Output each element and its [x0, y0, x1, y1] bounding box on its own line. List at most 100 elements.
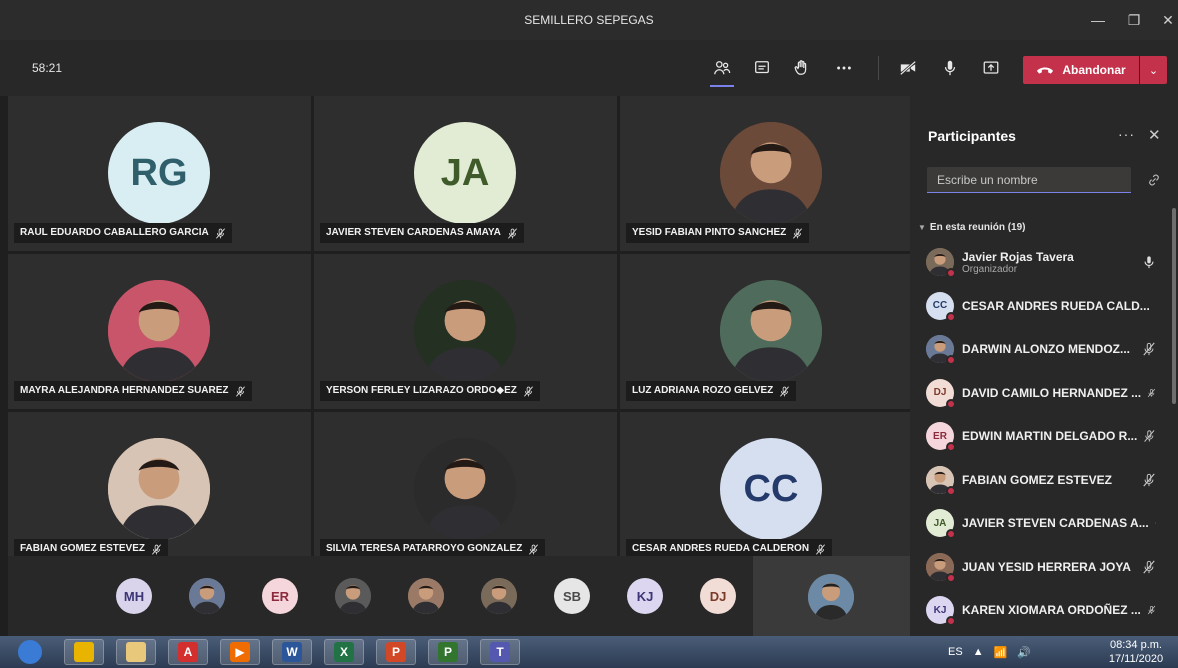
chat-button[interactable] [746, 52, 778, 84]
mic-muted-icon [152, 543, 161, 555]
participant-row[interactable]: CC CESAR ANDRES RUEDA CALD... [926, 288, 1156, 324]
raise-hand-button[interactable] [786, 52, 818, 84]
participant-row[interactable]: FABIAN GOMEZ ESTEVEZ [926, 462, 1156, 498]
participant-avatar: KJ [926, 596, 956, 626]
system-clock[interactable]: 08:34 p.m. 17/11/2020 [1100, 638, 1172, 666]
language-indicator[interactable]: ES [948, 646, 963, 658]
share-invite-icon[interactable] [1146, 172, 1162, 188]
avatar-initials: JA [933, 517, 947, 529]
participant-avatar: ER [926, 422, 956, 452]
in-meeting-section-header[interactable]: ▼ En esta reunión (19) [918, 222, 1026, 233]
participant-name-text: Javier Rojas Tavera [962, 249, 1074, 264]
taskbar-app-button[interactable]: A [168, 639, 208, 665]
participant-name-label: MAYRA ALEJANDRA HERNANDEZ SUAREZ [14, 381, 252, 401]
overflow-participant-avatar[interactable] [408, 578, 444, 614]
participant-name: YESID FABIAN PINTO SANCHEZ [632, 227, 787, 238]
network-icon[interactable]: 📶 [994, 646, 1008, 659]
video-tile[interactable]: LUZ ADRIANA ROZO GELVEZ [620, 254, 923, 409]
start-button[interactable] [10, 639, 50, 665]
overflow-participant-avatar[interactable] [481, 578, 517, 614]
avatar-initials: MH [123, 588, 145, 604]
taskbar-app-button[interactable]: P [428, 639, 468, 665]
participant-row[interactable]: DJ DAVID CAMILO HERNANDEZ ... [926, 375, 1156, 411]
participant-row[interactable]: KJ KAREN XIOMARA ORDOÑEZ ... [926, 592, 1156, 628]
leave-options-dropdown[interactable]: ⌄ [1140, 56, 1167, 84]
panel-title: Participantes [928, 128, 1016, 144]
app-icon: X [334, 642, 354, 662]
participant-row[interactable]: Javier Rojas Tavera Organizador [926, 244, 1156, 280]
video-tile[interactable]: RG RAUL EDUARDO CABALLERO GARCIA [8, 96, 311, 251]
taskbar-app-button[interactable]: W [272, 639, 312, 665]
video-tile[interactable]: YESID FABIAN PINTO SANCHEZ [620, 96, 923, 251]
participant-avatar [926, 552, 956, 583]
participant-name: LUZ ADRIANA ROZO GELVEZ [632, 385, 774, 396]
mic-muted-icon [215, 227, 225, 239]
self-preview[interactable] [753, 556, 910, 636]
overflow-participant-strip: MH ER SB KJ DJ [8, 556, 753, 636]
windows-logo-icon [18, 640, 42, 664]
app-icon: W [282, 642, 302, 662]
participant-avatar: RG [108, 122, 210, 224]
participant-avatar: DJ [926, 378, 956, 409]
participant-row[interactable]: JA JAVIER STEVEN CARDENAS A... [926, 505, 1156, 541]
participant-name-label: RAUL EDUARDO CABALLERO GARCIA [14, 223, 232, 243]
share-screen-button[interactable] [975, 52, 1007, 84]
panel-scrollbar[interactable] [1172, 208, 1176, 404]
participant-row[interactable]: JUAN YESID HERRERA JOYA [926, 549, 1156, 585]
minimize-button[interactable]: — [1078, 0, 1118, 40]
microphone-toggle-button[interactable] [934, 52, 966, 84]
taskbar-app-button[interactable]: X [324, 639, 364, 665]
participant-row[interactable]: DARWIN ALONZO MENDOZ... [926, 331, 1156, 367]
overflow-participant-avatar[interactable]: KJ [627, 578, 663, 614]
volume-icon[interactable]: 🔊 [1017, 646, 1031, 659]
clock-date: 17/11/2020 [1108, 653, 1164, 665]
video-tile[interactable]: YERSON FERLEY LIZARAZO ORDO◆EZ [314, 254, 617, 409]
presence-status-icon [946, 616, 956, 626]
participants-button[interactable] [706, 52, 738, 87]
video-tile[interactable]: SILVIA TERESA PATARROYO GONZALEZ [314, 412, 617, 567]
participant-avatar: JA [926, 509, 956, 539]
person-photo-icon [408, 578, 444, 614]
title-bar: SEMILLERO SEPEGAS — ❐ ✕ [0, 0, 1178, 40]
taskbar-app-button[interactable] [116, 639, 156, 665]
taskbar-app-button[interactable]: T [480, 639, 520, 665]
mic-muted-icon [1147, 605, 1156, 615]
participant-avatar [926, 465, 956, 496]
overflow-participant-avatar[interactable]: MH [116, 578, 152, 614]
overflow-participant-avatar[interactable]: SB [554, 578, 590, 614]
more-actions-button[interactable] [828, 52, 860, 84]
close-window-button[interactable]: ✕ [1148, 0, 1178, 40]
overflow-participant-avatar[interactable] [335, 578, 371, 614]
video-tile[interactable]: MAYRA ALEJANDRA HERNANDEZ SUAREZ [8, 254, 311, 409]
participant-avatar [108, 438, 210, 540]
mic-muted-icon [793, 227, 803, 239]
microphone-icon [1144, 256, 1154, 269]
teams-meeting-window: SEMILLERO SEPEGAS — ❐ ✕ 58:21 Abandonar … [0, 0, 1178, 668]
avatar-initials: JA [440, 151, 490, 194]
camera-toggle-button[interactable] [892, 52, 924, 84]
person-photo-icon [108, 280, 210, 382]
overflow-participant-avatar[interactable] [189, 578, 225, 614]
participant-search-input[interactable] [927, 167, 1131, 193]
taskbar-app-button[interactable]: P [376, 639, 416, 665]
leave-call-button[interactable]: Abandonar [1023, 56, 1139, 84]
video-tile[interactable]: FABIAN GOMEZ ESTEVEZ [8, 412, 311, 567]
overflow-participant-avatar[interactable]: ER [262, 578, 298, 614]
overflow-participant-avatar[interactable]: DJ [700, 578, 736, 614]
participant-row[interactable]: ER EDWIN MARTIN DELGADO R... [926, 418, 1156, 454]
avatar-initials: SB [562, 588, 582, 604]
presence-status-icon [946, 311, 956, 322]
close-panel-button[interactable]: ✕ [1148, 126, 1161, 144]
person-photo-icon [335, 578, 371, 614]
mic-muted-icon [235, 385, 245, 397]
panel-more-options[interactable]: ··· [1118, 126, 1135, 142]
tray-expand-icon[interactable]: ▲ [973, 646, 984, 658]
video-tile[interactable]: JA JAVIER STEVEN CARDENAS AMAYA [314, 96, 617, 251]
taskbar-app-button[interactable]: ▶ [220, 639, 260, 665]
people-icon [714, 61, 731, 75]
participant-name-text: JUAN YESID HERRERA JOYA [962, 559, 1131, 574]
presence-status-icon [946, 398, 956, 409]
video-tile[interactable]: CC CESAR ANDRES RUEDA CALDERON [620, 412, 923, 567]
taskbar-app-button[interactable] [64, 639, 104, 665]
app-icon: P [438, 642, 458, 662]
